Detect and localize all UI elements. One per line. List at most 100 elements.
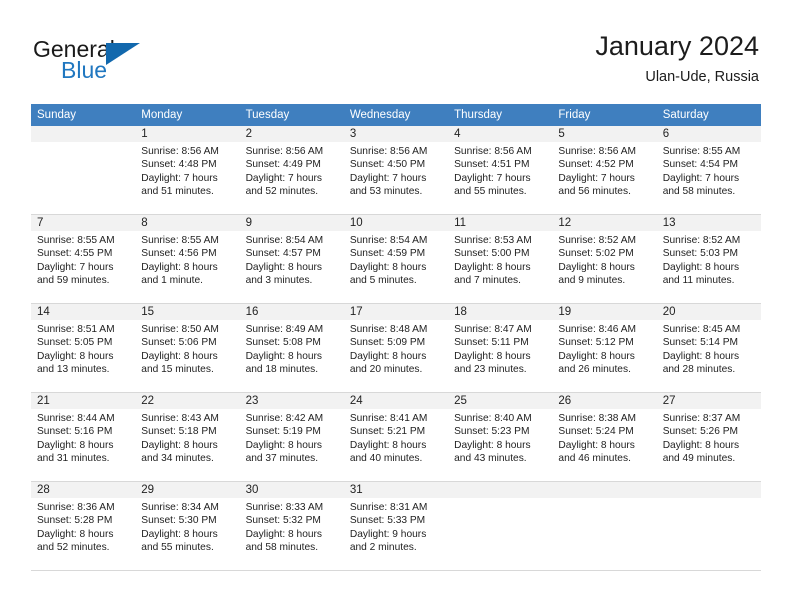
sunrise-text: Sunrise: 8:42 AM	[245, 413, 324, 424]
day-cell[interactable]: 22 Sunrise: 8:43 AM Sunset: 5:18 PM Dayligh…	[135, 392, 240, 482]
sunrise-text: Sunrise: 8:55 AM	[662, 146, 741, 157]
day-cell-content: 10 Sunrise: 8:54 AM Sunset: 4:59 PM Dayligh…	[343, 215, 449, 303]
day-cell[interactable]: 25 Sunrise: 8:40 AM Sunset: 5:23 PM Dayligh…	[448, 392, 553, 482]
day-number: 21	[31, 393, 136, 409]
calendar-grid: Sunday Monday Tuesday Wednesday Thursday Frid…	[31, 104, 761, 571]
day-number: 10	[343, 215, 449, 231]
day-cell[interactable]: 27 Sunrise: 8:37 AM Sunset: 5:26 PM Dayligh…	[656, 392, 761, 482]
daylight-text: Daylight: 8 hours	[245, 261, 323, 273]
sunset-text: Sunset: 4:50 PM	[349, 159, 426, 171]
day-cell[interactable]: 2 Sunrise: 8:56 AM Sunset: 4:49 PM Daylight…	[239, 126, 344, 215]
day-cell[interactable]: 26 Sunrise: 8:38 AM Sunset: 5:24 PM Dayligh…	[552, 392, 657, 482]
sun-info: Sunrise: 8:45 AM Sunset: 5:14 PM Daylight:…	[657, 320, 761, 377]
daylight-text: Daylight: 8 hours	[141, 528, 218, 540]
day-cell[interactable]: 5 Sunrise: 8:56 AM Sunset: 4:52 PM Daylight…	[552, 126, 657, 215]
day-cell[interactable]: 4 Sunrise: 8:56 AM Sunset: 4:51 PM Daylight…	[448, 126, 553, 215]
sunrise-text: Sunrise: 8:34 AM	[141, 502, 219, 513]
sunset-text: Sunset: 5:11 PM	[454, 337, 529, 349]
day-number	[448, 482, 553, 498]
sunrise-text: Sunrise: 8:56 AM	[558, 146, 636, 157]
day-cell[interactable]: 21 Sunrise: 8:44 AM Sunset: 5:16 PM Dayligh…	[31, 392, 136, 482]
sun-info: Sunrise: 8:56 AM Sunset: 4:48 PM Daylight:…	[135, 142, 239, 199]
day-cell[interactable]: 24 Sunrise: 8:41 AM Sunset: 5:21 PM Dayligh…	[343, 392, 449, 482]
title-block: January 2024 Ulan-Ude, Russia	[595, 30, 759, 86]
daylight-text: and 37 minutes.	[245, 453, 319, 465]
sunrise-text: Sunrise: 8:43 AM	[141, 413, 219, 424]
day-number: 27	[656, 393, 761, 409]
day-number: 7	[31, 215, 136, 231]
day-number: 11	[448, 215, 553, 231]
sunset-text: Sunset: 5:08 PM	[245, 337, 321, 349]
daylight-text: Daylight: 8 hours	[37, 528, 114, 540]
daylight-text: and 58 minutes.	[662, 186, 736, 198]
day-cell[interactable]: 6 Sunrise: 8:55 AM Sunset: 4:54 PM Daylight…	[656, 126, 761, 215]
daylight-text: Daylight: 8 hours	[558, 261, 635, 273]
day-cell[interactable]: 8 Sunrise: 8:55 AM Sunset: 4:56 PM Daylight…	[135, 214, 240, 304]
sunset-text: Sunset: 5:12 PM	[558, 337, 634, 349]
day-cell-content: 17 Sunrise: 8:48 AM Sunset: 5:09 PM Dayligh…	[343, 304, 449, 392]
day-cell[interactable]: 13 Sunrise: 8:52 AM Sunset: 5:03 PM Dayligh…	[656, 214, 761, 304]
day-cell[interactable]: 9 Sunrise: 8:54 AM Sunset: 4:57 PM Daylight…	[239, 214, 344, 304]
day-cell[interactable]: 30 Sunrise: 8:33 AM Sunset: 5:32 PM Dayligh…	[239, 481, 344, 571]
sunset-text: Sunset: 5:24 PM	[558, 426, 634, 438]
day-number: 12	[552, 215, 657, 231]
day-cell[interactable]: 17 Sunrise: 8:48 AM Sunset: 5:09 PM Dayligh…	[343, 303, 449, 393]
day-number	[552, 482, 657, 498]
daylight-text: Daylight: 9 hours	[349, 528, 427, 540]
sunrise-text: Sunrise: 8:36 AM	[37, 502, 115, 513]
daylight-text: and 49 minutes.	[662, 453, 736, 465]
daylight-text: Daylight: 8 hours	[662, 350, 740, 362]
day-cell[interactable]: 20 Sunrise: 8:45 AM Sunset: 5:14 PM Dayligh…	[656, 303, 761, 393]
sunrise-text: Sunrise: 8:44 AM	[37, 413, 115, 424]
brand-logo[interactable]: General Blue	[33, 36, 233, 92]
day-cell-content: 5 Sunrise: 8:56 AM Sunset: 4:52 PM Daylight…	[552, 126, 657, 214]
sunset-text: Sunset: 4:49 PM	[245, 159, 321, 171]
day-cell-content: 24 Sunrise: 8:41 AM Sunset: 5:21 PM Dayligh…	[343, 393, 449, 481]
day-cell[interactable]: 15 Sunrise: 8:50 AM Sunset: 5:06 PM Dayligh…	[135, 303, 240, 393]
day-cell-content: 29 Sunrise: 8:34 AM Sunset: 5:30 PM Dayligh…	[135, 482, 240, 570]
weekday-header-wednesday: Wednesday	[343, 104, 449, 126]
day-cell[interactable]: 12 Sunrise: 8:52 AM Sunset: 5:02 PM Dayligh…	[552, 214, 657, 304]
day-cell[interactable]: 11 Sunrise: 8:53 AM Sunset: 5:00 PM Dayligh…	[448, 214, 553, 304]
day-cell[interactable]: 31 Sunrise: 8:31 AM Sunset: 5:33 PM Dayligh…	[343, 481, 449, 571]
sun-info: Sunrise: 8:43 AM Sunset: 5:18 PM Daylight:…	[135, 409, 239, 466]
daylight-text: and 43 minutes.	[454, 453, 527, 465]
sunset-text: Sunset: 4:48 PM	[141, 159, 217, 171]
day-cell[interactable]: 7 Sunrise: 8:55 AM Sunset: 4:55 PM Daylight…	[31, 214, 136, 304]
day-cell-content: 11 Sunrise: 8:53 AM Sunset: 5:00 PM Dayligh…	[448, 215, 553, 303]
daylight-text: and 46 minutes.	[558, 453, 631, 465]
day-number: 19	[552, 304, 657, 320]
day-cell[interactable]: 29 Sunrise: 8:34 AM Sunset: 5:30 PM Dayligh…	[135, 481, 240, 571]
day-cell-empty	[552, 481, 657, 571]
sun-info: Sunrise: 8:56 AM Sunset: 4:52 PM Daylight:…	[552, 142, 656, 199]
day-cell[interactable]: 1 Sunrise: 8:56 AM Sunset: 4:48 PM Daylight…	[135, 126, 240, 215]
day-number: 9	[239, 215, 344, 231]
sun-info: Sunrise: 8:54 AM Sunset: 4:59 PM Daylight:…	[344, 231, 448, 288]
weekday-header-row: Sunday Monday Tuesday Wednesday Thursday Frid…	[31, 104, 761, 126]
day-cell[interactable]: 28 Sunrise: 8:36 AM Sunset: 5:28 PM Dayligh…	[31, 481, 136, 571]
day-cell-content: 13 Sunrise: 8:52 AM Sunset: 5:03 PM Dayligh…	[656, 215, 761, 303]
day-cell[interactable]: 23 Sunrise: 8:42 AM Sunset: 5:19 PM Dayligh…	[239, 392, 344, 482]
day-cell-content	[31, 126, 136, 214]
day-cell[interactable]: 3 Sunrise: 8:56 AM Sunset: 4:50 PM Daylight…	[343, 126, 449, 215]
day-cell[interactable]: 16 Sunrise: 8:49 AM Sunset: 5:08 PM Dayligh…	[239, 303, 344, 393]
day-cell[interactable]: 10 Sunrise: 8:54 AM Sunset: 4:59 PM Dayligh…	[343, 214, 449, 304]
sunrise-text: Sunrise: 8:56 AM	[141, 146, 219, 157]
day-number: 6	[656, 126, 761, 142]
day-number: 17	[343, 304, 449, 320]
day-cell[interactable]: 18 Sunrise: 8:47 AM Sunset: 5:11 PM Dayligh…	[448, 303, 553, 393]
sun-info: Sunrise: 8:51 AM Sunset: 5:05 PM Daylight:…	[31, 320, 135, 377]
weekday-header-sunday: Sunday	[31, 104, 136, 126]
daylight-text: Daylight: 8 hours	[349, 261, 427, 273]
sun-info: Sunrise: 8:40 AM Sunset: 5:23 PM Daylight:…	[448, 409, 552, 466]
sun-info: Sunrise: 8:53 AM Sunset: 5:00 PM Daylight:…	[448, 231, 552, 288]
sunrise-text: Sunrise: 8:56 AM	[454, 146, 532, 157]
day-cell-content: 23 Sunrise: 8:42 AM Sunset: 5:19 PM Dayligh…	[239, 393, 344, 481]
day-cell-content: 4 Sunrise: 8:56 AM Sunset: 4:51 PM Daylight…	[448, 126, 553, 214]
day-number	[31, 126, 136, 142]
day-cell[interactable]: 14 Sunrise: 8:51 AM Sunset: 5:05 PM Dayligh…	[31, 303, 136, 393]
sun-info: Sunrise: 8:56 AM Sunset: 4:49 PM Daylight:…	[240, 142, 344, 199]
day-cell[interactable]: 19 Sunrise: 8:46 AM Sunset: 5:12 PM Dayligh…	[552, 303, 657, 393]
calendar-page: General Blue January 2024 Ulan-Ude, Russ…	[0, 0, 792, 612]
daylight-text: Daylight: 7 hours	[349, 172, 427, 184]
